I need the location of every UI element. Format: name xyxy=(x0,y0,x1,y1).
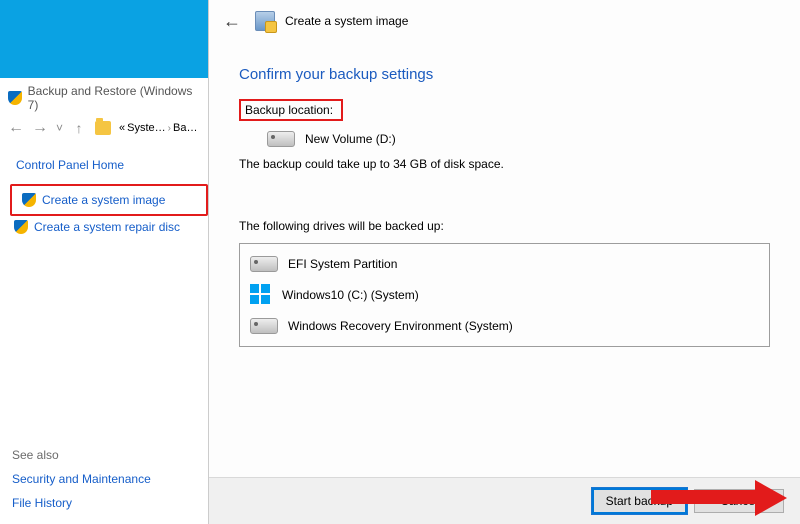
breadcrumb-seg-2[interactable]: Ba… xyxy=(173,122,197,134)
breadcrumb-seg-1[interactable]: Syste… xyxy=(127,122,166,134)
chevron-right-icon: › xyxy=(168,123,171,134)
highlight-backup-location: Backup location: xyxy=(239,99,343,121)
folder-icon xyxy=(95,121,111,135)
see-also-title: See also xyxy=(12,448,151,462)
drive-label: Windows Recovery Environment (System) xyxy=(288,319,513,333)
dialog-back-button[interactable]: ← xyxy=(219,8,245,34)
backup-target-row: New Volume (D:) xyxy=(239,127,770,151)
shield-icon xyxy=(22,193,36,207)
windows-icon xyxy=(250,284,272,306)
drive-label: Windows10 (C:) (System) xyxy=(282,288,419,302)
link-security-maintenance[interactable]: Security and Maintenance xyxy=(12,472,151,486)
tab-title: Backup and Restore (Windows 7) xyxy=(28,84,202,112)
hard-drive-icon xyxy=(250,256,278,272)
shield-icon xyxy=(14,220,28,234)
list-item: EFI System Partition xyxy=(246,250,763,278)
list-item: Windows10 (C:) (System) xyxy=(246,278,763,312)
hard-drive-icon xyxy=(250,318,278,334)
banner xyxy=(0,0,208,78)
history-dropdown-icon[interactable]: ˅ xyxy=(56,121,63,135)
dialog-body: Confirm your backup settings Backup loca… xyxy=(209,42,800,477)
dialog: ← Create a system image Confirm your bac… xyxy=(209,0,800,524)
list-item: Windows Recovery Environment (System) xyxy=(246,312,763,340)
drives-list: EFI System Partition Windows10 (C:) (Sys… xyxy=(239,243,770,347)
hard-drive-icon xyxy=(267,131,295,147)
address-bar: ← → ˅ ↑ « Syste… › Ba… xyxy=(0,116,208,146)
link-file-history[interactable]: File History xyxy=(12,496,151,510)
size-note: The backup could take up to 34 GB of dis… xyxy=(239,157,770,171)
system-image-icon xyxy=(255,11,275,31)
dialog-footer: Start backup Cancel xyxy=(209,477,800,524)
dialog-title: Create a system image xyxy=(285,14,408,28)
annotation-arrow-icon xyxy=(651,480,800,516)
forward-arrow-icon[interactable]: → xyxy=(32,120,48,136)
backup-location-label: Backup location: xyxy=(245,103,333,117)
drives-list-label: The following drives will be backed up: xyxy=(239,219,770,233)
control-panel-left: Backup and Restore (Windows 7) ← → ˅ ↑ «… xyxy=(0,0,209,524)
up-arrow-icon[interactable]: ↑ xyxy=(71,120,87,136)
dialog-heading: Confirm your backup settings xyxy=(239,66,770,83)
shield-icon xyxy=(8,91,22,105)
dialog-titlebar: ← Create a system image xyxy=(209,0,800,42)
drive-label: EFI System Partition xyxy=(288,257,397,271)
back-arrow-icon[interactable]: ← xyxy=(8,120,24,136)
see-also: See also Security and Maintenance File H… xyxy=(12,448,151,510)
link-control-panel-home[interactable]: Control Panel Home xyxy=(10,152,208,178)
link-label: Create a system image xyxy=(42,193,165,207)
breadcrumb-prefix: « xyxy=(119,122,125,134)
breadcrumb[interactable]: « Syste… › Ba… xyxy=(119,122,197,134)
tab-row: Backup and Restore (Windows 7) xyxy=(0,78,208,116)
link-create-repair-disc[interactable]: Create a system repair disc xyxy=(10,216,208,238)
highlight-create-system-image: Create a system image xyxy=(10,184,208,216)
backup-target: New Volume (D:) xyxy=(305,132,396,146)
link-create-system-image[interactable]: Create a system image xyxy=(18,189,200,211)
link-label: Create a system repair disc xyxy=(34,220,180,234)
